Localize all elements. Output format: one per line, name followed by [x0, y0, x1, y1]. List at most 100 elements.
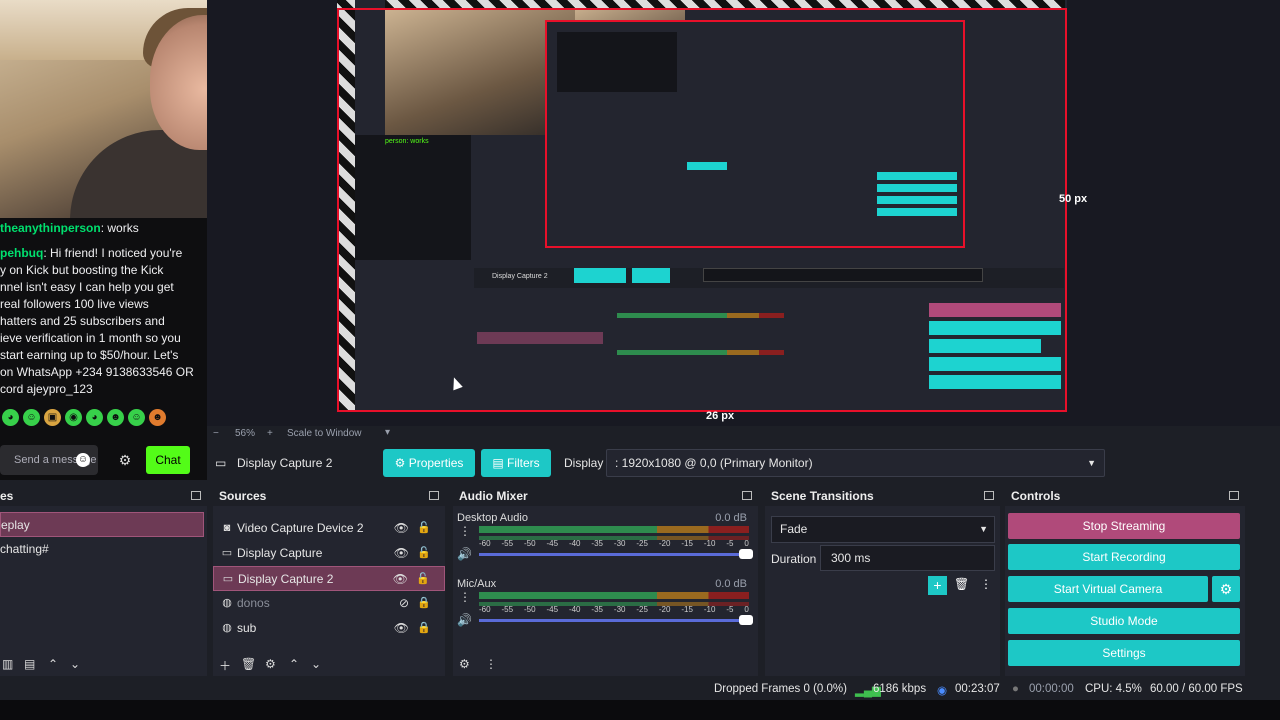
transition-value: Fade: [780, 522, 808, 536]
source-item[interactable]: ◍ sub 👁 🔒: [213, 616, 445, 641]
remove-source-icon[interactable]: 🗑: [241, 657, 256, 671]
tick: -50: [523, 539, 536, 548]
properties-label: Properties: [408, 456, 464, 470]
mixer-menu-icon[interactable]: ⋮: [485, 657, 497, 671]
stop-streaming-button[interactable]: Stop Streaming: [1008, 513, 1240, 539]
dock-icon[interactable]: [984, 491, 994, 500]
add-source-icon[interactable]: ＋: [219, 657, 231, 674]
filters-button[interactable]: ▤ Filters: [481, 449, 551, 477]
zoom-out-button[interactable]: −: [213, 428, 219, 439]
eye-icon[interactable]: 👁: [394, 616, 409, 641]
emote-icon[interactable]: ☻: [149, 409, 166, 426]
zoom-bar: − 56% + Scale to Window ▾: [207, 426, 1280, 442]
emote-icon[interactable]: ☺: [128, 409, 145, 426]
move-up-icon[interactable]: ⌃: [48, 657, 58, 671]
chat-username[interactable]: theanythinperson: [0, 221, 101, 235]
display-select[interactable]: : 1920x1080 @ 0,0 (Primary Monitor) ▼: [606, 449, 1105, 477]
remove-scene-icon[interactable]: ▥: [2, 657, 13, 671]
eye-icon[interactable]: 👁: [394, 541, 409, 566]
channel-menu-icon[interactable]: ⋮: [459, 590, 471, 604]
source-label: Display Capture: [237, 546, 323, 560]
chat-text: nnel isn't easy I can help you get: [0, 280, 174, 294]
eye-icon[interactable]: 👁: [394, 516, 409, 541]
chat-settings-gear-icon[interactable]: ⚙: [116, 452, 134, 469]
volume-slider[interactable]: [479, 615, 753, 625]
emote-icon[interactable]: ◉: [65, 409, 82, 426]
start-recording-button[interactable]: Start Recording: [1008, 544, 1240, 570]
scene-transitions-panel: Scene Transitions Fade ▼ Duration 300 ms …: [765, 486, 1000, 676]
speaker-icon[interactable]: 🔊: [457, 613, 472, 627]
channel-menu-icon[interactable]: ⋮: [459, 524, 471, 538]
duration-input[interactable]: 300 ms: [820, 545, 995, 571]
stream-live-icon: ◉: [937, 685, 948, 697]
volume-slider-handle[interactable]: [739, 615, 753, 625]
move-down-icon[interactable]: ⌄: [70, 657, 80, 671]
meter-ticks: -60 -55 -50 -45 -40 -35 -30 -25 -20 -15 -10 -5 0: [479, 539, 749, 548]
move-up-icon[interactable]: ⌃: [289, 657, 299, 671]
audio-mixer-panel: Audio Mixer Desktop Audio 0.0 dB ⋮ -60 -5…: [453, 486, 758, 676]
scene-item[interactable]: eplay: [0, 512, 204, 537]
emoji-icon[interactable]: ☺: [76, 453, 90, 467]
source-label: sub: [237, 621, 257, 635]
scene-label: chatting#: [0, 542, 49, 556]
distance-label-right: 50 px: [1059, 193, 1088, 205]
tick: -35: [591, 605, 603, 614]
emote-icon[interactable]: ☻: [107, 409, 124, 426]
sources-title: Sources: [219, 489, 267, 503]
settings-button[interactable]: Settings: [1008, 640, 1240, 666]
studio-mode-button[interactable]: Studio Mode: [1008, 608, 1240, 634]
chevron-down-icon[interactable]: ▾: [385, 427, 390, 438]
dock-icon[interactable]: [742, 491, 752, 500]
move-down-icon[interactable]: ⌄: [311, 657, 321, 671]
speaker-icon[interactable]: 🔊: [457, 547, 472, 561]
lock-icon[interactable]: 🔒: [417, 616, 431, 641]
tick: -30: [613, 605, 626, 614]
volume-slider-handle[interactable]: [739, 549, 753, 559]
transition-select[interactable]: Fade ▼: [771, 516, 995, 543]
scale-mode[interactable]: Scale to Window: [287, 428, 361, 439]
dock-icon[interactable]: [191, 491, 201, 500]
scene-filters-icon[interactable]: ▤: [24, 657, 35, 671]
dock-icon[interactable]: [429, 491, 439, 500]
camera-icon: ◙: [223, 522, 231, 534]
chat-message-input[interactable]: Send a message ☺: [0, 445, 98, 475]
chat-send-button[interactable]: Chat: [146, 446, 190, 474]
transition-menu-icon[interactable]: ⋮: [980, 577, 992, 591]
emote-icon[interactable]: ◕: [2, 409, 19, 426]
tick: -40: [568, 539, 581, 548]
unlock-icon[interactable]: 🔓: [417, 541, 431, 566]
source-item[interactable]: ◙ Video Capture Device 2 👁 🔓: [213, 516, 445, 541]
filters-label: Filters: [507, 456, 540, 470]
remove-transition-icon[interactable]: 🗑: [954, 577, 969, 591]
globe-icon: ◍: [222, 597, 232, 609]
chat-username[interactable]: pehbuq: [0, 246, 43, 260]
emote-icon[interactable]: ☺: [23, 409, 40, 426]
unlock-icon[interactable]: 🔓: [417, 516, 431, 541]
source-item[interactable]: ▭ Display Capture 👁 🔓: [213, 541, 445, 566]
chat-text: hatters and 25 subscribers and: [0, 314, 165, 328]
chat-text: start earning up to $50/hour. Let's: [0, 348, 179, 362]
scene-item[interactable]: chatting#: [0, 537, 207, 562]
tick: 0: [744, 605, 749, 614]
lock-icon[interactable]: 🔒: [417, 591, 431, 616]
volume-slider[interactable]: [479, 549, 753, 559]
emote-icon[interactable]: ◕: [86, 409, 103, 426]
advanced-audio-gear-icon[interactable]: ⚙: [459, 657, 470, 671]
eye-icon[interactable]: 👁: [393, 567, 408, 592]
source-item[interactable]: ◍ donos ⊘ 🔒: [213, 591, 445, 616]
emote-icon[interactable]: ▣: [44, 409, 61, 426]
source-properties-gear-icon[interactable]: ⚙: [265, 657, 276, 671]
virtual-camera-gear-icon[interactable]: ⚙: [1212, 576, 1240, 602]
unlock-icon[interactable]: 🔓: [416, 567, 430, 592]
add-transition-button[interactable]: +: [928, 576, 947, 595]
zoom-in-button[interactable]: +: [267, 428, 273, 439]
source-item-selected[interactable]: ▭ Display Capture 2 👁 🔓: [213, 566, 445, 591]
tick: -40: [568, 605, 581, 614]
properties-button[interactable]: ⚙ Properties: [383, 449, 475, 477]
dock-icon[interactable]: [1229, 491, 1239, 500]
scenes-title: es: [0, 489, 14, 503]
chat-panel: theanythinperson: works pehbuq: Hi frien…: [0, 218, 207, 480]
eye-hidden-icon[interactable]: ⊘: [399, 591, 409, 616]
start-virtual-camera-button[interactable]: Start Virtual Camera: [1008, 576, 1208, 602]
monitor-icon: ▭: [221, 547, 233, 559]
